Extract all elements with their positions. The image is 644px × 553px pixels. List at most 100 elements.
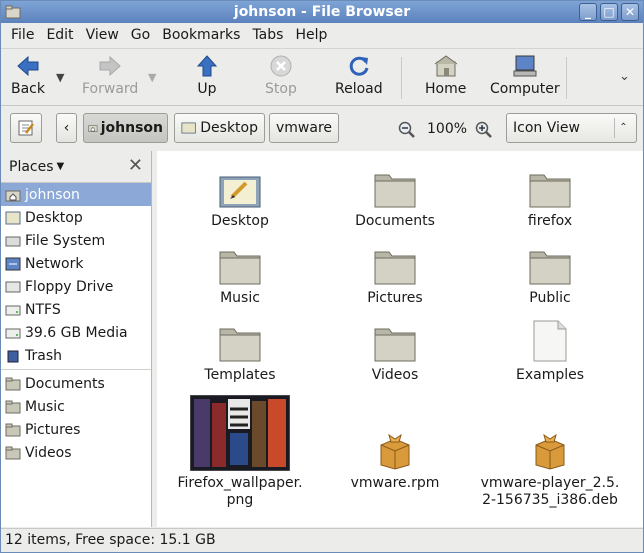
sidebar-item-music[interactable]: Music xyxy=(1,395,151,418)
file-name: Templates xyxy=(204,367,276,383)
stop-icon xyxy=(270,55,292,77)
sidebar-item-desktop[interactable]: Desktop xyxy=(1,206,151,229)
home-icon xyxy=(434,55,457,77)
home-icon xyxy=(5,188,21,202)
desktop-folder-icon xyxy=(218,163,262,209)
sidebar-item-label: 39.6 GB Media xyxy=(25,324,128,341)
file-item[interactable]: Music xyxy=(165,240,315,307)
drive-icon xyxy=(5,326,21,340)
sidebar-item-label: Floppy Drive xyxy=(25,278,114,295)
menu-view[interactable]: View xyxy=(80,23,125,47)
path-button-johnson[interactable]: johnson xyxy=(83,113,168,143)
up-button[interactable]: Up xyxy=(194,53,220,97)
file-name: vmware.rpm xyxy=(350,475,440,491)
sidebar-item-videos[interactable]: Videos xyxy=(1,441,151,464)
arrow-left-icon xyxy=(17,55,39,77)
sidebar-item-documents[interactable]: Documents xyxy=(1,372,151,395)
sidebar: Places ▼ ✕ johnson Desktop File System Netw… xyxy=(1,151,152,527)
home-button[interactable]: Home xyxy=(425,53,466,97)
file-name: vmware-player_2.5. 2-156735_i386.deb xyxy=(480,475,620,508)
menu-edit[interactable]: Edit xyxy=(40,23,79,47)
folder-icon xyxy=(373,317,417,363)
sidebar-item-network[interactable]: Network xyxy=(1,252,151,275)
path-button-vmware[interactable]: vmware xyxy=(269,113,339,143)
zoom-out-icon[interactable] xyxy=(398,121,416,139)
places-list: johnson Desktop File System Network Floppy D… xyxy=(1,183,151,367)
back-button[interactable]: Back xyxy=(11,53,45,97)
minimize-button[interactable]: _ xyxy=(579,3,597,21)
floppy-icon xyxy=(5,280,21,294)
toolbar-separator xyxy=(401,57,402,99)
toggle-location-entry-button[interactable] xyxy=(10,113,42,143)
file-name: Videos xyxy=(371,367,419,383)
sidebar-item-trash[interactable]: Trash xyxy=(1,344,151,367)
file-item[interactable]: Examples xyxy=(475,317,625,384)
chevron-left-icon: ‹ xyxy=(63,120,70,136)
file-item[interactable]: Public xyxy=(475,240,625,307)
package-icon xyxy=(377,391,413,471)
sidebar-item-johnson[interactable]: johnson xyxy=(1,183,151,206)
file-item[interactable]: Documents xyxy=(320,163,470,230)
desktop-icon xyxy=(181,122,196,134)
menu-file[interactable]: File xyxy=(5,23,40,47)
menu-help[interactable]: Help xyxy=(289,23,333,47)
close-window-button[interactable]: ✕ xyxy=(621,3,639,21)
title-bar[interactable]: johnson - File Browser _ □ ✕ xyxy=(1,1,643,23)
computer-button[interactable]: Computer xyxy=(490,53,560,97)
sidebar-item-pictures[interactable]: Pictures xyxy=(1,418,151,441)
sidebar-item-label: Network xyxy=(25,255,84,272)
menu-tabs[interactable]: Tabs xyxy=(246,23,289,47)
chevron-down-icon[interactable]: ▼ xyxy=(57,161,65,172)
sidebar-header: Places ▼ ✕ xyxy=(1,151,151,183)
folder-icon xyxy=(373,163,417,209)
folder-icon xyxy=(218,240,262,286)
sidebar-item-floppy-drive[interactable]: Floppy Drive xyxy=(1,275,151,298)
folder-icon xyxy=(528,240,572,286)
forward-button[interactable]: Forward xyxy=(82,53,138,97)
image-thumbnail xyxy=(190,391,290,471)
file-browser-window: johnson - File Browser _ □ ✕ File Edit V… xyxy=(0,0,644,553)
sidebar-divider xyxy=(1,369,151,370)
file-item[interactable]: Templates xyxy=(165,317,315,384)
path-button-desktop[interactable]: Desktop xyxy=(174,113,265,143)
sidebar-item-39-6-gb-media[interactable]: 39.6 GB Media xyxy=(1,321,151,344)
file-item[interactable]: vmware-player_2.5. 2-156735_i386.deb xyxy=(475,391,625,509)
menu-bookmarks[interactable]: Bookmarks xyxy=(156,23,246,47)
path-scroll-left-button[interactable]: ‹ xyxy=(56,113,77,143)
zoom-in-icon[interactable] xyxy=(475,121,493,139)
maximize-button[interactable]: □ xyxy=(600,3,618,21)
file-item[interactable]: Desktop xyxy=(165,163,315,230)
bookmarks-list: Documents Music Pictures Videos xyxy=(1,372,151,464)
sidebar-item-label: NTFS xyxy=(25,301,61,318)
sidebar-item-label: johnson xyxy=(25,186,80,203)
file-item[interactable]: vmware.rpm xyxy=(320,391,470,492)
file-item[interactable]: Pictures xyxy=(320,240,470,307)
folder-icon xyxy=(5,400,21,414)
forward-history-dropdown[interactable]: ▼ xyxy=(148,71,156,84)
file-name: Music xyxy=(220,290,260,306)
reload-button[interactable]: Reload xyxy=(335,53,383,97)
file-item[interactable]: Firefox_wallpaper. png xyxy=(165,391,315,509)
file-name: Documents xyxy=(355,213,435,229)
desktop-icon xyxy=(5,211,21,225)
sidebar-item-label: Desktop xyxy=(25,209,83,226)
zoom-level[interactable]: 100% xyxy=(427,121,467,137)
sidebar-item-ntfs[interactable]: NTFS xyxy=(1,298,151,321)
sidebar-item-file-system[interactable]: File System xyxy=(1,229,151,252)
close-icon[interactable]: ✕ xyxy=(128,157,143,175)
menu-go[interactable]: Go xyxy=(125,23,156,47)
file-item[interactable]: Videos xyxy=(320,317,470,384)
file-name: Examples xyxy=(515,367,585,383)
file-name: Firefox_wallpaper. png xyxy=(177,475,303,508)
toolbar-overflow-chevron-down-icon[interactable]: ⌄ xyxy=(619,69,630,84)
view-mode-select[interactable]: Icon View ⌃ xyxy=(506,113,637,143)
filesystem-icon xyxy=(5,234,21,248)
trash-icon xyxy=(5,349,21,363)
file-item[interactable]: firefox xyxy=(475,163,625,230)
sidebar-item-label: File System xyxy=(25,232,106,249)
stop-button[interactable]: Stop xyxy=(265,53,297,97)
back-history-dropdown[interactable]: ▼ xyxy=(56,71,64,84)
sidebar-type-select[interactable]: Places xyxy=(9,159,54,175)
sidebar-item-label: Pictures xyxy=(25,421,81,438)
window-title: johnson - File Browser xyxy=(233,4,411,20)
